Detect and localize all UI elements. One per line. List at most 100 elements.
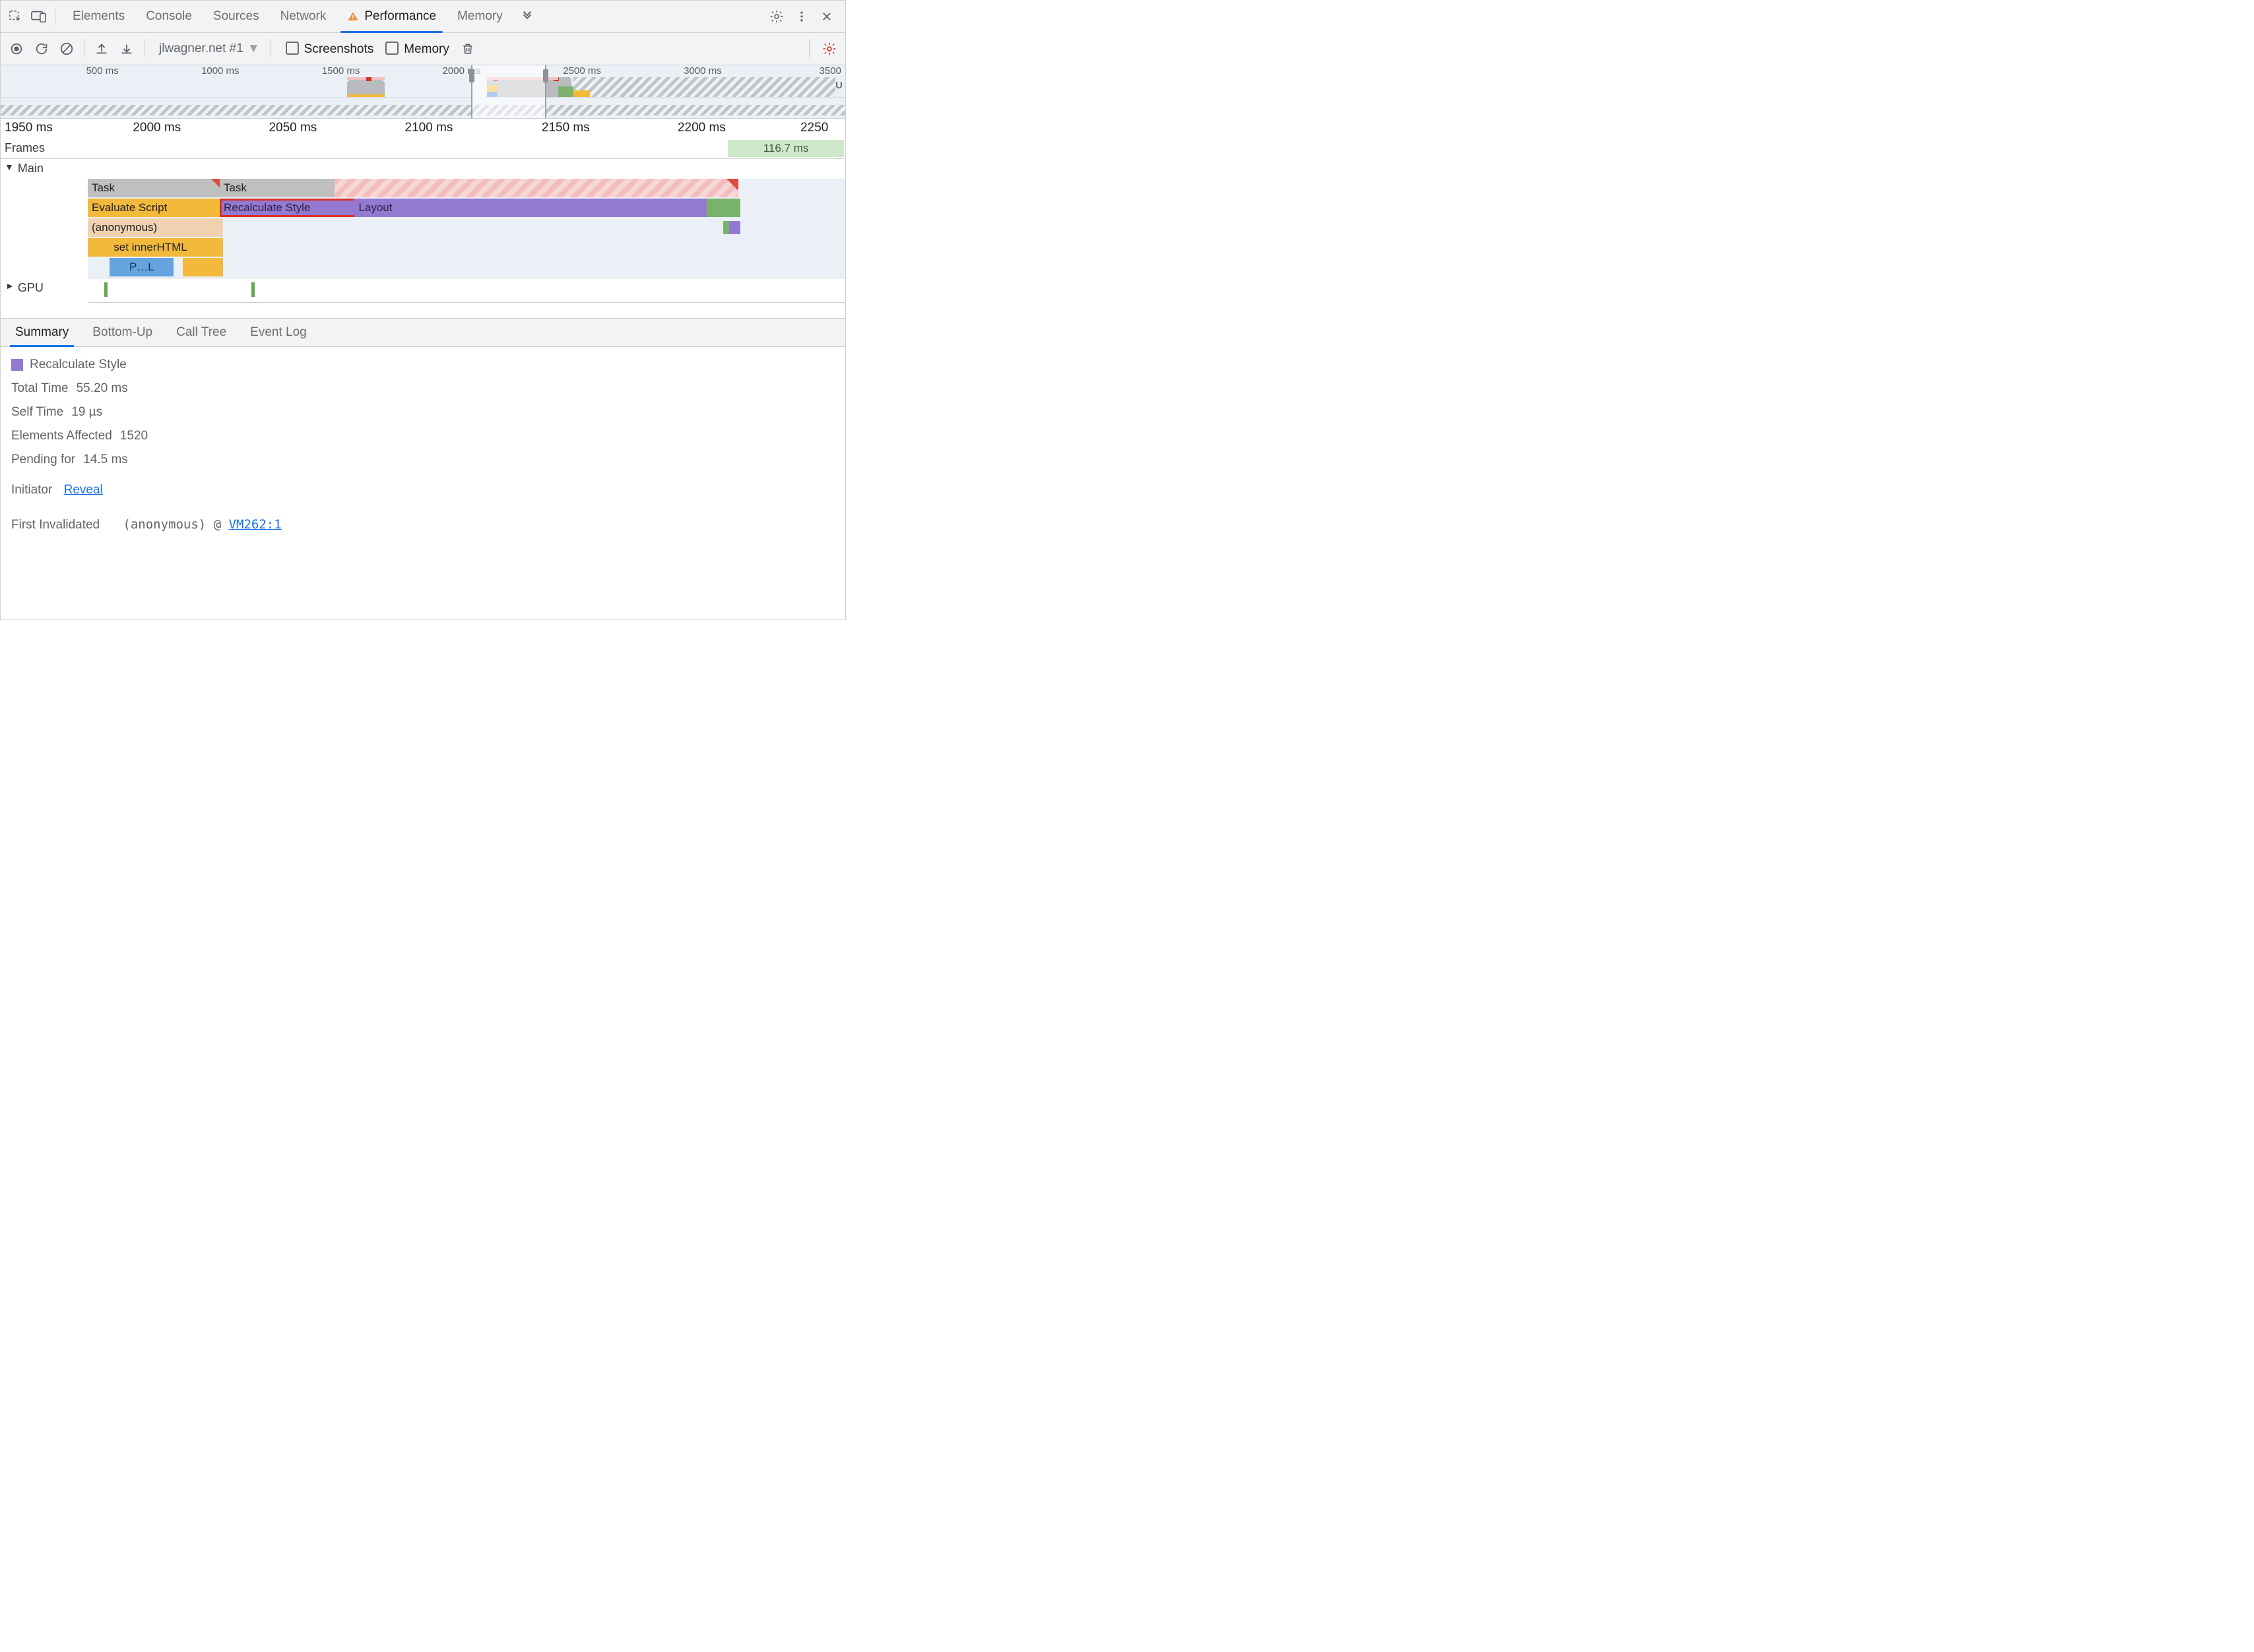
block-paint-2[interactable] <box>726 199 740 217</box>
initiator-reveal-link[interactable]: Reveal <box>64 483 103 497</box>
screenshots-label: Screenshots <box>304 42 374 56</box>
block-anonymous[interactable]: (anonymous) <box>88 218 223 237</box>
capture-settings-icon[interactable] <box>818 37 841 61</box>
block-task-2a[interactable]: Task <box>220 179 342 197</box>
overview-ruler: 500 ms 1000 ms 1500 ms 2000 ms 2500 ms 3… <box>1 65 845 77</box>
timeline-overview[interactable]: 500 ms 1000 ms 1500 ms 2000 ms 2500 ms 3… <box>1 65 845 119</box>
ov-tick-5: 3000 ms <box>684 65 724 77</box>
tab-performance[interactable]: Performance <box>337 1 447 32</box>
block-evaluate-script[interactable]: Evaluate Script <box>88 199 223 217</box>
pending-for-value: 14.5 ms <box>83 453 128 467</box>
summary-panel: Recalculate Style Total Time 55.20 ms Sel… <box>1 347 845 552</box>
divider <box>144 40 145 57</box>
load-profile-icon[interactable] <box>90 37 113 61</box>
ov-tick-2: 1500 ms <box>322 65 363 77</box>
block-layout[interactable]: Layout <box>354 199 714 217</box>
task2-label: Task <box>224 181 247 194</box>
block-recalculate-style[interactable]: Recalculate Style <box>220 199 362 217</box>
chevron-right-icon: ▼ <box>4 282 15 291</box>
tab-performance-label: Performance <box>364 9 436 24</box>
elements-affected-value: 1520 <box>120 429 148 443</box>
block-task-2-long[interactable] <box>335 179 738 197</box>
fr-tick-0: 1950 ms <box>5 121 53 135</box>
gpu-block-1[interactable] <box>104 282 108 297</box>
color-swatch <box>11 359 23 371</box>
gpu-label: GPU <box>18 281 44 295</box>
frames-label: Frames <box>5 141 45 155</box>
tabs-overflow-icon[interactable] <box>513 1 541 32</box>
block-set-innerhtml[interactable]: set innerHTML <box>110 238 222 257</box>
overview-selection[interactable] <box>471 65 546 118</box>
first-invalidated-location-link[interactable]: VM262:1 <box>229 517 282 532</box>
tab-event-log[interactable]: Event Log <box>238 319 319 346</box>
ov-tick-0: 500 ms <box>86 65 121 77</box>
ov-tick-4: 2500 ms <box>563 65 604 77</box>
total-time-label: Total Time <box>11 381 69 396</box>
close-icon[interactable] <box>815 5 839 28</box>
tab-sources[interactable]: Sources <box>203 1 270 32</box>
block-parsehtml[interactable]: P…L <box>110 258 174 276</box>
panel-tabs-strip: Elements Console Sources Network Perform… <box>62 1 541 32</box>
main-label: Main <box>18 162 44 175</box>
record-icon[interactable] <box>5 37 28 61</box>
warning-icon <box>347 11 359 22</box>
gpu-block-2[interactable] <box>251 282 255 297</box>
memory-checkbox[interactable]: Memory <box>385 42 449 57</box>
ov-tick-6: 3500 <box>820 65 844 77</box>
initiator-label: Initiator <box>11 483 52 497</box>
self-time-label: Self Time <box>11 405 63 420</box>
settings-icon[interactable] <box>765 5 789 28</box>
summary-title: Recalculate Style <box>30 358 127 372</box>
device-toolbar-icon[interactable] <box>27 5 51 28</box>
performance-toolbar: jlwagner.net #1 ▼ Screenshots Memory <box>1 33 845 65</box>
clear-icon[interactable] <box>55 37 79 61</box>
tab-call-tree[interactable]: Call Tree <box>164 319 238 346</box>
elements-affected-label: Elements Affected <box>11 429 112 443</box>
pending-for-label: Pending for <box>11 453 75 467</box>
profile-select[interactable]: jlwagner.net #1 ▼ <box>154 40 265 57</box>
total-time-value: 55.20 ms <box>77 381 128 396</box>
tab-summary[interactable]: Summary <box>3 319 80 346</box>
flame-ruler: 1950 ms 2000 ms 2050 ms 2100 ms 2150 ms … <box>1 119 845 139</box>
tab-bottom-up[interactable]: Bottom-Up <box>80 319 164 346</box>
track-main: ▼ Main Task Task Evalu <box>1 159 845 278</box>
first-invalidated-at: @ <box>214 517 221 532</box>
profile-select-label: jlwagner.net #1 <box>159 42 243 56</box>
fr-tick-1: 2000 ms <box>133 121 181 135</box>
inspect-element-icon[interactable] <box>3 5 27 28</box>
overview-handle-left[interactable] <box>469 69 474 82</box>
tick-purple-small[interactable] <box>729 221 740 234</box>
memory-label: Memory <box>404 42 449 56</box>
track-frames: Frames 116.7 ms <box>1 139 845 159</box>
fr-tick-2: 2050 ms <box>269 121 317 135</box>
devtools-main-tabs: Elements Console Sources Network Perform… <box>1 1 845 33</box>
details-tabs: Summary Bottom-Up Call Tree Event Log <box>1 318 845 347</box>
save-profile-icon[interactable] <box>115 37 139 61</box>
overview-net-lane <box>1 105 845 115</box>
task1-label: Task <box>92 181 115 194</box>
reload-record-icon[interactable] <box>30 37 53 61</box>
chevron-down-icon: ▼ <box>5 162 14 172</box>
fr-tick-5: 2200 ms <box>678 121 726 135</box>
first-invalidated-fn: (anonymous) <box>123 517 206 532</box>
divider <box>809 40 810 57</box>
tab-elements[interactable]: Elements <box>62 1 135 32</box>
tab-console[interactable]: Console <box>135 1 203 32</box>
tab-network[interactable]: Network <box>270 1 337 32</box>
block-task-1[interactable]: Task <box>88 179 223 197</box>
track-frames-header[interactable]: Frames <box>1 139 88 158</box>
frame-block[interactable]: 116.7 ms <box>728 140 844 157</box>
screenshots-checkbox[interactable]: Screenshots <box>286 42 374 57</box>
block-small-yellow-2[interactable] <box>183 258 222 276</box>
overview-handle-right[interactable] <box>543 69 548 82</box>
track-main-header[interactable]: ▼ Main <box>1 159 88 283</box>
chevron-down-icon: ▼ <box>247 42 260 56</box>
overview-cpu-lane <box>1 77 845 98</box>
tab-memory[interactable]: Memory <box>447 1 513 32</box>
ov-tick-1: 1000 ms <box>201 65 242 77</box>
kebab-menu-icon[interactable] <box>790 5 814 28</box>
trash-icon[interactable] <box>456 37 480 61</box>
self-time-value: 19 µs <box>71 405 102 420</box>
fr-tick-3: 2100 ms <box>405 121 453 135</box>
long-task-marker-icon <box>726 179 738 191</box>
